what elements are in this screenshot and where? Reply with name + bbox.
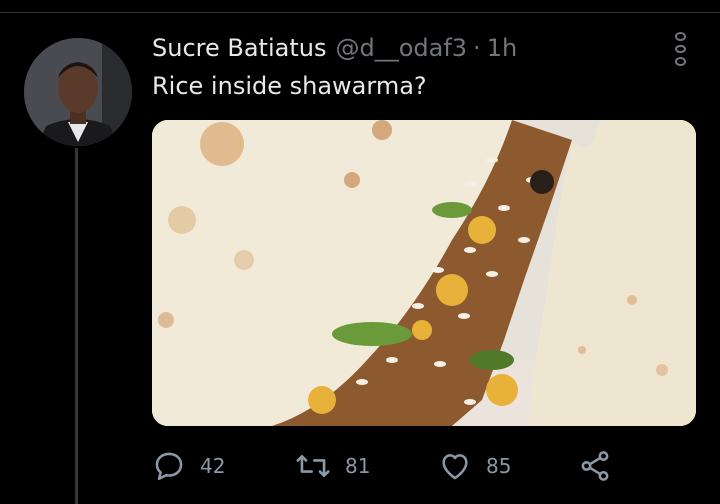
display-name[interactable]: Sucre Batiatus — [152, 34, 326, 62]
tweet-text: Rice inside shawarma? — [152, 72, 427, 100]
reply-count: 42 — [200, 454, 226, 478]
share-icon — [578, 449, 612, 483]
timestamp[interactable]: 1h — [487, 34, 517, 62]
separator-dot: · — [473, 34, 481, 62]
reply-icon — [152, 449, 186, 483]
more-options-icon[interactable] — [664, 32, 696, 67]
like-button[interactable]: 85 — [438, 446, 511, 486]
avatar[interactable] — [24, 38, 132, 146]
retweet-count: 81 — [345, 454, 371, 478]
tweet-actions: 42 81 85 — [152, 446, 622, 486]
retweet-icon — [295, 449, 331, 483]
share-button[interactable] — [578, 446, 612, 486]
retweet-button[interactable]: 81 — [295, 446, 370, 486]
top-divider — [0, 12, 720, 13]
thread-line — [75, 148, 78, 504]
reply-button[interactable]: 42 — [152, 446, 225, 486]
user-handle[interactable]: @d__odaf3 — [335, 34, 467, 62]
like-icon — [438, 449, 472, 483]
tweet-header: Sucre Batiatus @d__odaf3 · 1h — [152, 34, 517, 66]
tweet-image[interactable] — [152, 120, 696, 426]
like-count: 85 — [486, 454, 512, 478]
